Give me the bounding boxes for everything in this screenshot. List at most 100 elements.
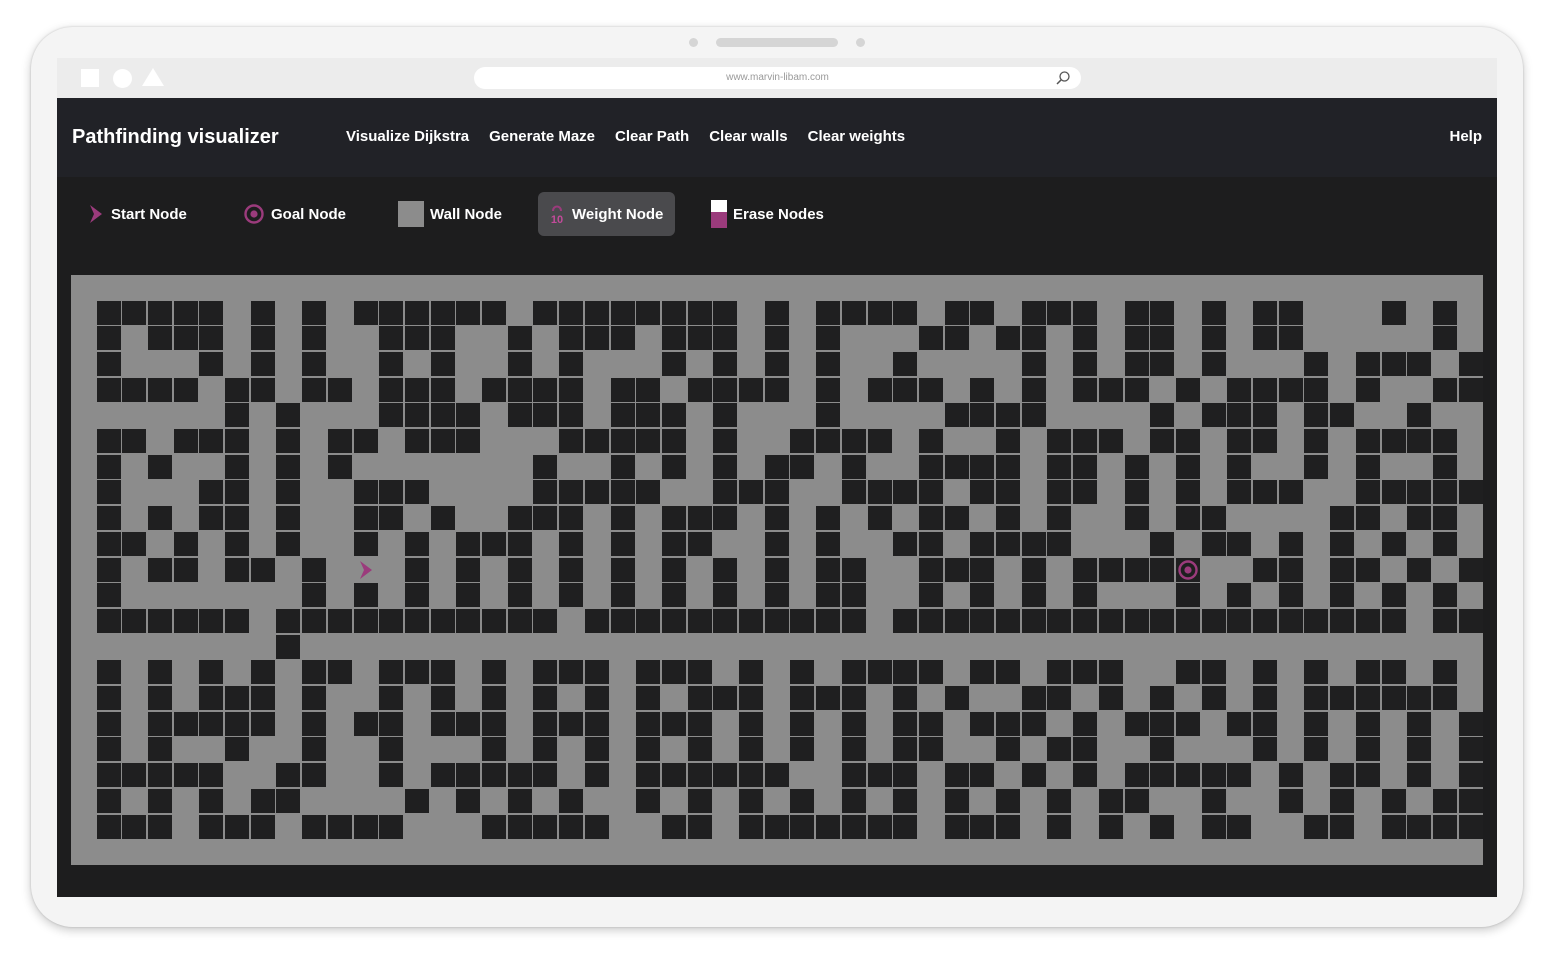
wall-cell[interactable]	[893, 351, 918, 376]
wall-cell[interactable]	[918, 377, 943, 402]
help-button[interactable]: Help	[1449, 98, 1482, 176]
wall-cell[interactable]	[507, 351, 532, 376]
wall-cell[interactable]	[1432, 454, 1457, 479]
wall-cell[interactable]	[1355, 377, 1380, 402]
wall-cell[interactable]	[96, 557, 121, 582]
wall-cell[interactable]	[893, 788, 918, 813]
wall-cell[interactable]	[1073, 711, 1098, 736]
wall-cell[interactable]	[1432, 300, 1457, 325]
wall-cell[interactable]	[739, 711, 763, 736]
wall-cell[interactable]	[1073, 763, 1098, 788]
wall-cell[interactable]	[147, 660, 172, 685]
wall-cell[interactable]	[1124, 711, 1149, 736]
wall-cell[interactable]	[1458, 737, 1483, 762]
wall-cell[interactable]	[559, 429, 584, 453]
wall-cell[interactable]	[1458, 351, 1483, 376]
wall-cell[interactable]	[353, 300, 378, 325]
wall-cell[interactable]	[507, 608, 532, 633]
wall-cell[interactable]	[970, 814, 995, 839]
wall-cell[interactable]	[199, 300, 224, 325]
wall-cell[interactable]	[1330, 763, 1355, 788]
wall-cell[interactable]	[893, 660, 918, 685]
wall-cell[interactable]	[584, 608, 609, 633]
wall-cell[interactable]	[996, 480, 1020, 505]
wall-cell[interactable]	[841, 583, 866, 608]
wall-cell[interactable]	[250, 711, 275, 736]
wall-cell[interactable]	[276, 506, 301, 531]
wall-cell[interactable]	[1253, 557, 1277, 582]
wall-cell[interactable]	[559, 506, 584, 531]
wall-cell[interactable]	[1278, 377, 1303, 402]
wall-cell[interactable]	[584, 711, 609, 736]
wall-cell[interactable]	[661, 326, 686, 351]
wall-cell[interactable]	[1073, 480, 1098, 505]
wall-cell[interactable]	[970, 454, 995, 479]
wall-cell[interactable]	[1047, 814, 1072, 839]
wall-cell[interactable]	[816, 583, 841, 608]
wall-cell[interactable]	[1227, 403, 1252, 428]
wall-cell[interactable]	[404, 300, 429, 325]
wall-cell[interactable]	[1124, 351, 1149, 376]
wall-cell[interactable]	[199, 763, 224, 788]
wall-cell[interactable]	[1098, 608, 1123, 633]
wall-cell[interactable]	[1304, 403, 1329, 428]
wall-cell[interactable]	[173, 326, 198, 351]
wall-cell[interactable]	[584, 300, 609, 325]
wall-cell[interactable]	[687, 814, 712, 839]
wall-cell[interactable]	[970, 557, 995, 582]
wall-cell[interactable]	[1304, 814, 1329, 839]
wall-cell[interactable]	[790, 686, 815, 710]
wall-cell[interactable]	[764, 377, 789, 402]
wall-cell[interactable]	[173, 763, 198, 788]
wall-cell[interactable]	[302, 660, 327, 685]
wall-cell[interactable]	[456, 429, 481, 453]
wall-cell[interactable]	[1278, 300, 1303, 325]
wall-cell[interactable]	[1432, 814, 1457, 839]
wall-cell[interactable]	[1355, 711, 1380, 736]
wall-cell[interactable]	[1355, 660, 1380, 685]
wall-cell[interactable]	[1227, 454, 1252, 479]
wall-cell[interactable]	[1381, 480, 1406, 505]
wall-cell[interactable]	[482, 531, 506, 556]
wall-cell[interactable]	[918, 583, 943, 608]
wall-cell[interactable]	[353, 506, 378, 531]
wall-cell[interactable]	[1073, 608, 1098, 633]
wall-cell[interactable]	[584, 660, 609, 685]
wall-cell[interactable]	[996, 608, 1020, 633]
wall-cell[interactable]	[1021, 608, 1046, 633]
wall-cell[interactable]	[661, 351, 686, 376]
wall-cell[interactable]	[1432, 506, 1457, 531]
wall-cell[interactable]	[199, 429, 224, 453]
wall-cell[interactable]	[1124, 763, 1149, 788]
wall-cell[interactable]	[147, 788, 172, 813]
wall-cell[interactable]	[764, 763, 789, 788]
wall-cell[interactable]	[122, 429, 147, 453]
wall-cell[interactable]	[764, 583, 789, 608]
wall-cell[interactable]	[430, 377, 455, 402]
wall-cell[interactable]	[918, 711, 943, 736]
wall-cell[interactable]	[1304, 686, 1329, 710]
wall-cell[interactable]	[1381, 686, 1406, 710]
wall-cell[interactable]	[1227, 711, 1252, 736]
wall-cell[interactable]	[970, 608, 995, 633]
wall-cell[interactable]	[918, 608, 943, 633]
wall-cell[interactable]	[302, 686, 327, 710]
wall-cell[interactable]	[1150, 557, 1175, 582]
wall-cell[interactable]	[482, 660, 506, 685]
wall-cell[interactable]	[867, 660, 892, 685]
wall-cell[interactable]	[379, 686, 404, 710]
wall-cell[interactable]	[1432, 377, 1457, 402]
wall-cell[interactable]	[507, 326, 532, 351]
wall-cell[interactable]	[636, 711, 661, 736]
wall-cell[interactable]	[636, 737, 661, 762]
wall-cell[interactable]	[739, 737, 763, 762]
wall-cell[interactable]	[1458, 711, 1483, 736]
wall-cell[interactable]	[713, 429, 738, 453]
wall-cell[interactable]	[1150, 608, 1175, 633]
wall-cell[interactable]	[1201, 814, 1226, 839]
wall-cell[interactable]	[199, 686, 224, 710]
wall-cell[interactable]	[1458, 557, 1483, 582]
wall-cell[interactable]	[816, 557, 841, 582]
wall-cell[interactable]	[404, 531, 429, 556]
wall-cell[interactable]	[970, 377, 995, 402]
